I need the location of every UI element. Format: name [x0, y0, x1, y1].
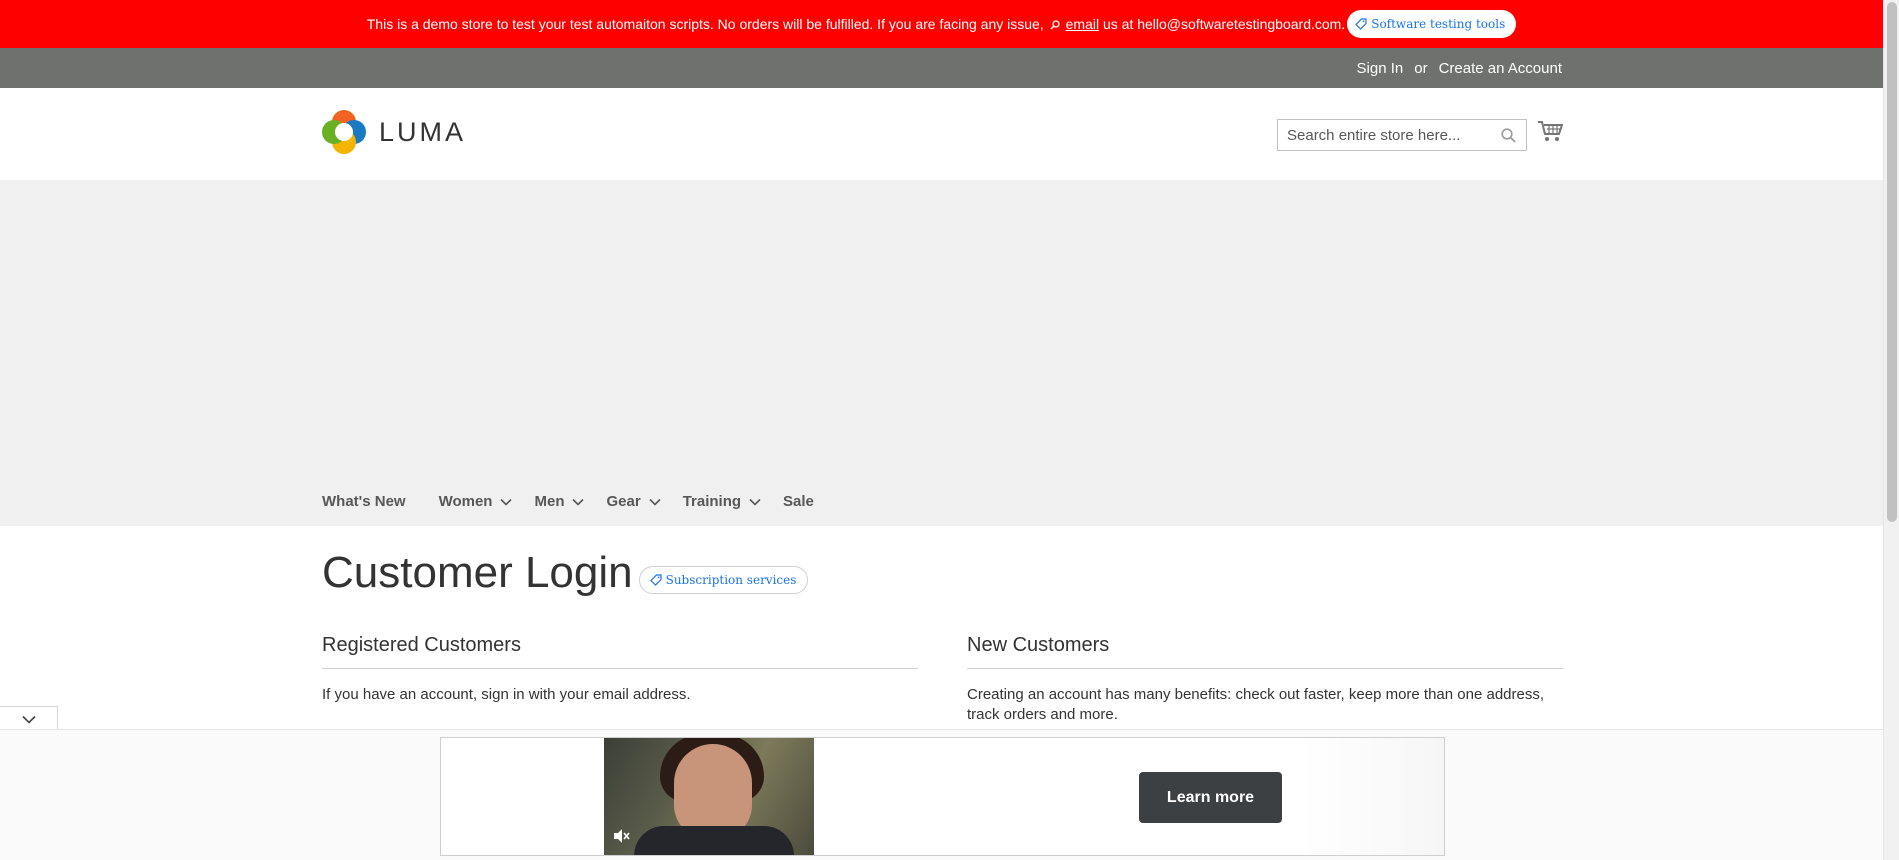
new-customers-block: New Customers Creating an account has ma… — [967, 634, 1563, 725]
new-customers-text: Creating an account has many benefits: c… — [967, 686, 1545, 723]
ad-video-body-shape — [634, 826, 794, 855]
search-input[interactable] — [1278, 120, 1488, 150]
email-link[interactable]: email — [1066, 16, 1099, 32]
account-links: Sign In or Create an Account — [1357, 48, 1562, 88]
nav-label: Gear — [606, 493, 641, 510]
nav-item-women[interactable]: Women — [439, 493, 513, 510]
learn-more-button[interactable]: Learn more — [1139, 772, 1282, 823]
new-customers-title: New Customers — [967, 634, 1563, 669]
ad-video[interactable] — [604, 738, 814, 855]
nav-item-men[interactable]: Men — [534, 493, 585, 510]
scrollbar-thumb[interactable] — [1887, 2, 1897, 522]
page-scrollbar[interactable] — [1883, 0, 1899, 860]
create-account-link[interactable]: Create an Account — [1439, 60, 1562, 77]
store-logo[interactable]: LUMA — [322, 110, 466, 154]
demo-notice-bar: This is a demo store to test your test a… — [0, 0, 1883, 48]
registered-customers-text: If you have an account, sign in with you… — [322, 686, 691, 703]
nav-item-gear[interactable]: Gear — [606, 493, 661, 510]
demo-notice-text: This is a demo store to test your test a… — [366, 16, 1044, 32]
tag-icon — [1355, 18, 1367, 30]
search-box — [1277, 119, 1527, 151]
nav-label: Training — [682, 493, 742, 510]
subscription-services-pill[interactable]: Subscription services — [638, 566, 809, 594]
or-separator: or — [1414, 59, 1428, 77]
demo-notice-text-end: us at hello@softwaretestingboard.com. — [1099, 16, 1346, 32]
page-title-row: Customer Login Subscription services — [322, 548, 809, 598]
chevron-down-icon — [500, 498, 513, 506]
software-testing-tools-pill[interactable]: Software testing tools — [1347, 10, 1517, 38]
demo-notice-message: This is a demo store to test your test a… — [367, 16, 1345, 32]
subscription-pill-label: Subscription services — [665, 573, 797, 587]
registered-customers-block: Registered Customers If you have an acco… — [322, 634, 918, 705]
nav-item-training[interactable]: Training — [683, 493, 761, 510]
anchor-ad-strip: Learn more — [0, 729, 1883, 860]
hero-banner-area: What's New Women Men Gear Training Sale — [0, 180, 1883, 526]
nav-label: Women — [438, 493, 493, 510]
nav-label: What's New — [322, 493, 406, 510]
tools-pill-label: Software testing tools — [1371, 17, 1506, 31]
mute-icon[interactable] — [612, 828, 630, 844]
ad-collapse-button[interactable] — [0, 706, 58, 731]
header-panel: Sign In or Create an Account — [0, 48, 1883, 88]
nav-item-sale[interactable]: Sale — [783, 493, 814, 510]
main-navigation: What's New Women Men Gear Training Sale — [322, 493, 847, 510]
chevron-down-icon — [572, 498, 585, 506]
luma-logo-icon — [322, 110, 366, 154]
cart-icon[interactable] — [1537, 120, 1563, 142]
chevron-down-icon — [21, 715, 36, 724]
page-title: Customer Login — [322, 548, 633, 597]
nav-label: Sale — [783, 493, 814, 510]
nav-item-whats-new[interactable]: What's New — [322, 493, 406, 510]
search-icon[interactable] — [1501, 128, 1516, 143]
nav-label: Men — [534, 493, 565, 510]
ad-frame[interactable]: Learn more — [440, 737, 1445, 856]
logo-text: LUMA — [379, 116, 467, 147]
registered-customers-title: Registered Customers — [322, 634, 918, 669]
search-small-icon — [1050, 20, 1060, 30]
site-header: LUMA — [0, 88, 1883, 180]
ad-decoration — [1301, 738, 1444, 855]
tag-icon — [649, 574, 662, 586]
chevron-down-icon — [749, 498, 761, 506]
chevron-down-icon — [649, 498, 661, 506]
sign-in-link[interactable]: Sign In — [1357, 60, 1404, 77]
